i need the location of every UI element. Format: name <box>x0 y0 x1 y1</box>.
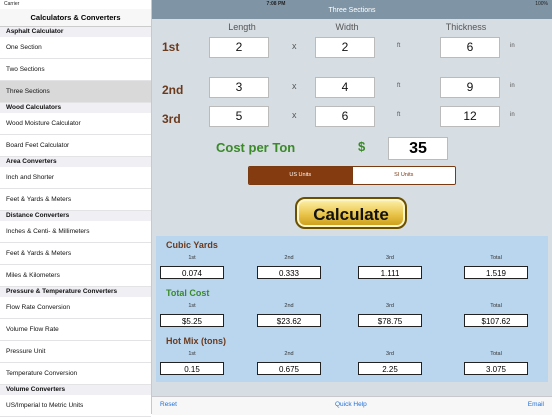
result-value: 2.25 <box>358 362 422 375</box>
results-section-title: Cubic Yards <box>166 240 218 250</box>
quick-help-button[interactable]: Quick Help <box>335 401 367 408</box>
reset-button[interactable]: Reset <box>160 401 177 408</box>
length-input[interactable]: 3 <box>209 77 269 98</box>
battery-indicator: 100% <box>535 1 548 7</box>
width-input[interactable]: 2 <box>315 37 375 58</box>
sidebar-section-header: Volume Converters <box>0 385 151 395</box>
results-column-label: 3rd <box>386 303 394 309</box>
sidebar-item[interactable]: Three Sections <box>0 81 151 103</box>
width-input[interactable]: 6 <box>315 106 375 127</box>
sidebar-title: Calculators & Converters <box>0 9 151 27</box>
unit-in-label: in <box>510 112 515 118</box>
main-panel: Three Sections Length Width Thickness 1s… <box>152 0 552 415</box>
multiply-symbol: x <box>292 110 297 120</box>
result-value: 0.15 <box>160 362 224 375</box>
sidebar-item[interactable]: Flow Rate Conversion <box>0 297 151 319</box>
unit-in-label: in <box>510 43 515 49</box>
us-units-segment[interactable]: US Units <box>249 167 352 184</box>
width-header: Width <box>335 22 359 32</box>
sidebar-item[interactable]: One Section <box>0 37 151 59</box>
units-segmented-control: US Units SI Units <box>248 166 456 185</box>
clock: 7:08 PM <box>266 1 286 7</box>
calculate-button[interactable]: Calculate <box>295 197 407 229</box>
width-input[interactable]: 4 <box>315 77 375 98</box>
results-column-label: 2nd <box>284 351 294 357</box>
result-value: 1.111 <box>358 266 422 279</box>
row-label: 2nd <box>162 83 184 97</box>
row-label: 1st <box>162 40 180 54</box>
unit-ft-label: ft <box>397 43 401 49</box>
result-value: 1.519 <box>464 266 528 279</box>
result-value: 3.075 <box>464 362 528 375</box>
sidebar-list: Asphalt Calculator One Section Two Section… <box>0 27 151 417</box>
results-section-title: Total Cost <box>166 288 210 298</box>
sidebar-item[interactable]: Board Feet Calculator <box>0 135 151 157</box>
result-value: $23.62 <box>257 314 321 327</box>
result-value: 0.675 <box>257 362 321 375</box>
results-column-label: 2nd <box>284 303 294 309</box>
row-label: 3rd <box>162 112 181 126</box>
cost-per-ton-input[interactable]: 35 <box>388 137 448 160</box>
length-header: Length <box>228 22 256 32</box>
result-value: 0.074 <box>160 266 224 279</box>
footer-toolbar: Reset Quick Help Email <box>152 396 552 415</box>
sidebar-item[interactable]: Two Sections <box>0 59 151 81</box>
sidebar-section-header: Area Converters <box>0 157 151 167</box>
sidebar-item[interactable]: Temperature Conversion <box>0 363 151 385</box>
results-column-label: Total <box>490 255 502 261</box>
results-section-title: Hot Mix (tons) <box>166 336 226 346</box>
thickness-input[interactable]: 6 <box>440 37 500 58</box>
length-input[interactable]: 5 <box>209 106 269 127</box>
email-button[interactable]: Email <box>528 401 544 408</box>
sidebar-item[interactable]: Inch and Shorter <box>0 167 151 189</box>
results-column-label: 2nd <box>284 255 294 261</box>
sidebar-item[interactable]: Wood Moisture Calculator <box>0 113 151 135</box>
cost-per-ton-label: Cost per Ton <box>216 140 296 155</box>
length-input[interactable]: 2 <box>209 37 269 58</box>
thickness-header: Thickness <box>445 22 487 32</box>
results-column-label: Total <box>490 351 502 357</box>
unit-in-label: in <box>510 83 515 89</box>
results-panel: Cubic Yards 1st 0.074 2nd 0.333 3rd 1.111 Total… <box>156 236 548 382</box>
si-units-segment[interactable]: SI Units <box>351 167 455 184</box>
sidebar-item[interactable]: Feet & Yards & Meters <box>0 189 151 211</box>
result-value: $5.25 <box>160 314 224 327</box>
sidebar-section-header: Asphalt Calculator <box>0 27 151 37</box>
multiply-symbol: x <box>292 81 297 91</box>
result-value: 0.333 <box>257 266 321 279</box>
sidebar-section-header: Distance Converters <box>0 211 151 221</box>
results-column-label: 3rd <box>386 351 394 357</box>
sidebar-item[interactable]: Feet & Yards & Meters <box>0 243 151 265</box>
results-column-label: Total <box>490 303 502 309</box>
result-value: $107.62 <box>464 314 528 327</box>
results-column-label: 1st <box>188 351 196 357</box>
sidebar-item[interactable]: Volume Flow Rate <box>0 319 151 341</box>
results-column-label: 1st <box>188 303 196 309</box>
sidebar: Calculators & Converters Asphalt Calcula… <box>0 0 152 417</box>
sidebar-item[interactable]: Inches & Centi- & Millimeters <box>0 221 151 243</box>
status-bar: Carrier 7:08 PM 100% <box>0 0 552 9</box>
currency-symbol: $ <box>358 139 366 154</box>
result-value: $78.75 <box>358 314 422 327</box>
thickness-input[interactable]: 9 <box>440 77 500 98</box>
thickness-input[interactable]: 12 <box>440 106 500 127</box>
sidebar-section-header: Pressure & Temperature Converters <box>0 287 151 297</box>
sidebar-item[interactable]: Miles & Kilometers <box>0 265 151 287</box>
sidebar-item[interactable]: Pressure Unit <box>0 341 151 363</box>
results-column-label: 1st <box>188 255 196 261</box>
multiply-symbol: x <box>292 41 297 51</box>
sidebar-section-header: Wood Calculators <box>0 103 151 113</box>
unit-ft-label: ft <box>397 112 401 118</box>
unit-ft-label: ft <box>397 83 401 89</box>
results-column-label: 3rd <box>386 255 394 261</box>
